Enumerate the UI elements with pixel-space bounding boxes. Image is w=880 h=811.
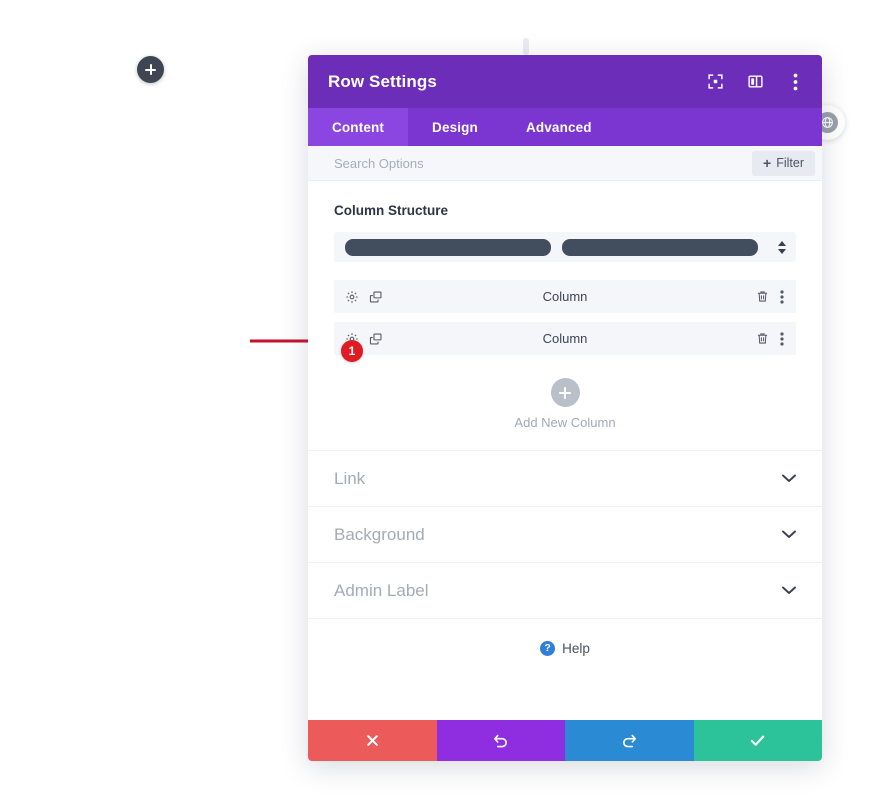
help-button[interactable]: ? Help — [308, 619, 822, 677]
duplicate-icon[interactable] — [369, 290, 383, 304]
table-row[interactable]: Column — [334, 280, 796, 313]
duplicate-icon[interactable] — [369, 332, 383, 346]
undo-icon — [494, 734, 508, 748]
chevron-down-icon — [782, 582, 796, 600]
column-label: Column — [542, 331, 588, 346]
accordion-label: Admin Label — [334, 580, 429, 600]
focus-mode-icon[interactable] — [706, 73, 724, 91]
chevron-up-icon — [778, 240, 786, 246]
close-icon — [366, 735, 378, 746]
trash-icon[interactable] — [756, 332, 769, 345]
accordion-link[interactable]: Link — [308, 451, 822, 507]
screen-root: Row Settings Content Design Advanced Sea… — [0, 0, 880, 811]
add-section-button[interactable] — [137, 56, 164, 83]
redo-button[interactable] — [565, 720, 694, 761]
trash-icon[interactable] — [756, 290, 769, 303]
tab-content[interactable]: Content — [308, 108, 409, 146]
chevron-down-icon — [782, 526, 796, 544]
add-new-column-button[interactable]: Add New Column — [334, 378, 796, 430]
help-icon: ? — [540, 640, 556, 656]
column-structure-section: Column Structure Column 1 Column Add New… — [308, 181, 822, 451]
search-bar: + Filter — [308, 146, 822, 181]
structure-bar-1 — [345, 238, 551, 256]
plus-icon — [550, 378, 580, 407]
more-options-icon[interactable] — [786, 73, 804, 91]
undo-button[interactable] — [436, 720, 565, 761]
column-list: Column 1 Column — [334, 280, 796, 362]
modal-tabs: Content Design Advanced — [308, 108, 822, 146]
save-button[interactable] — [693, 720, 822, 761]
structure-bar-2 — [562, 238, 758, 256]
check-icon — [751, 735, 765, 746]
search-input[interactable] — [334, 155, 753, 171]
column-row-actions-right — [756, 289, 784, 304]
column-row-actions-left — [345, 290, 383, 304]
add-new-column-label: Add New Column — [514, 415, 616, 430]
more-options-icon[interactable] — [780, 289, 784, 304]
accordion-label: Link — [334, 468, 366, 488]
structure-stepper[interactable] — [776, 240, 788, 254]
filter-button[interactable]: + Filter — [752, 150, 815, 176]
tab-design[interactable]: Design — [408, 108, 502, 146]
tab-advanced[interactable]: Advanced — [502, 108, 616, 146]
cancel-button[interactable] — [308, 720, 437, 761]
annotation-step-badge: 1 — [341, 340, 363, 362]
column-structure-select[interactable] — [334, 232, 796, 262]
plus-icon — [149, 64, 152, 75]
modal-header: Row Settings — [308, 55, 822, 108]
panel-drag-handle[interactable] — [523, 38, 529, 55]
gear-icon[interactable] — [345, 290, 359, 304]
more-options-icon[interactable] — [780, 331, 784, 346]
accordion-admin-label[interactable]: Admin Label — [308, 563, 822, 619]
column-structure-heading: Column Structure — [334, 203, 449, 218]
accordion-background[interactable]: Background — [308, 507, 822, 563]
column-label: Column — [542, 289, 588, 304]
help-label: Help — [562, 640, 590, 656]
modal-header-actions — [706, 73, 804, 91]
chevron-down-icon — [778, 248, 786, 254]
table-row[interactable]: 1 Column — [334, 322, 796, 362]
modal-title: Row Settings — [328, 71, 437, 91]
plus-icon: + — [763, 155, 772, 171]
chevron-down-icon — [782, 470, 796, 488]
modal-body: Column Structure Column 1 Column Add New… — [308, 181, 822, 720]
redo-icon — [622, 734, 636, 748]
body-spacer — [308, 677, 822, 720]
column-row-actions-right — [756, 331, 784, 346]
row-settings-modal: Row Settings Content Design Advanced Sea… — [308, 55, 822, 761]
modal-footer — [308, 720, 822, 761]
accordion-label: Background — [334, 524, 425, 544]
panel-layout-icon[interactable] — [746, 73, 764, 91]
filter-label: Filter — [776, 156, 804, 170]
